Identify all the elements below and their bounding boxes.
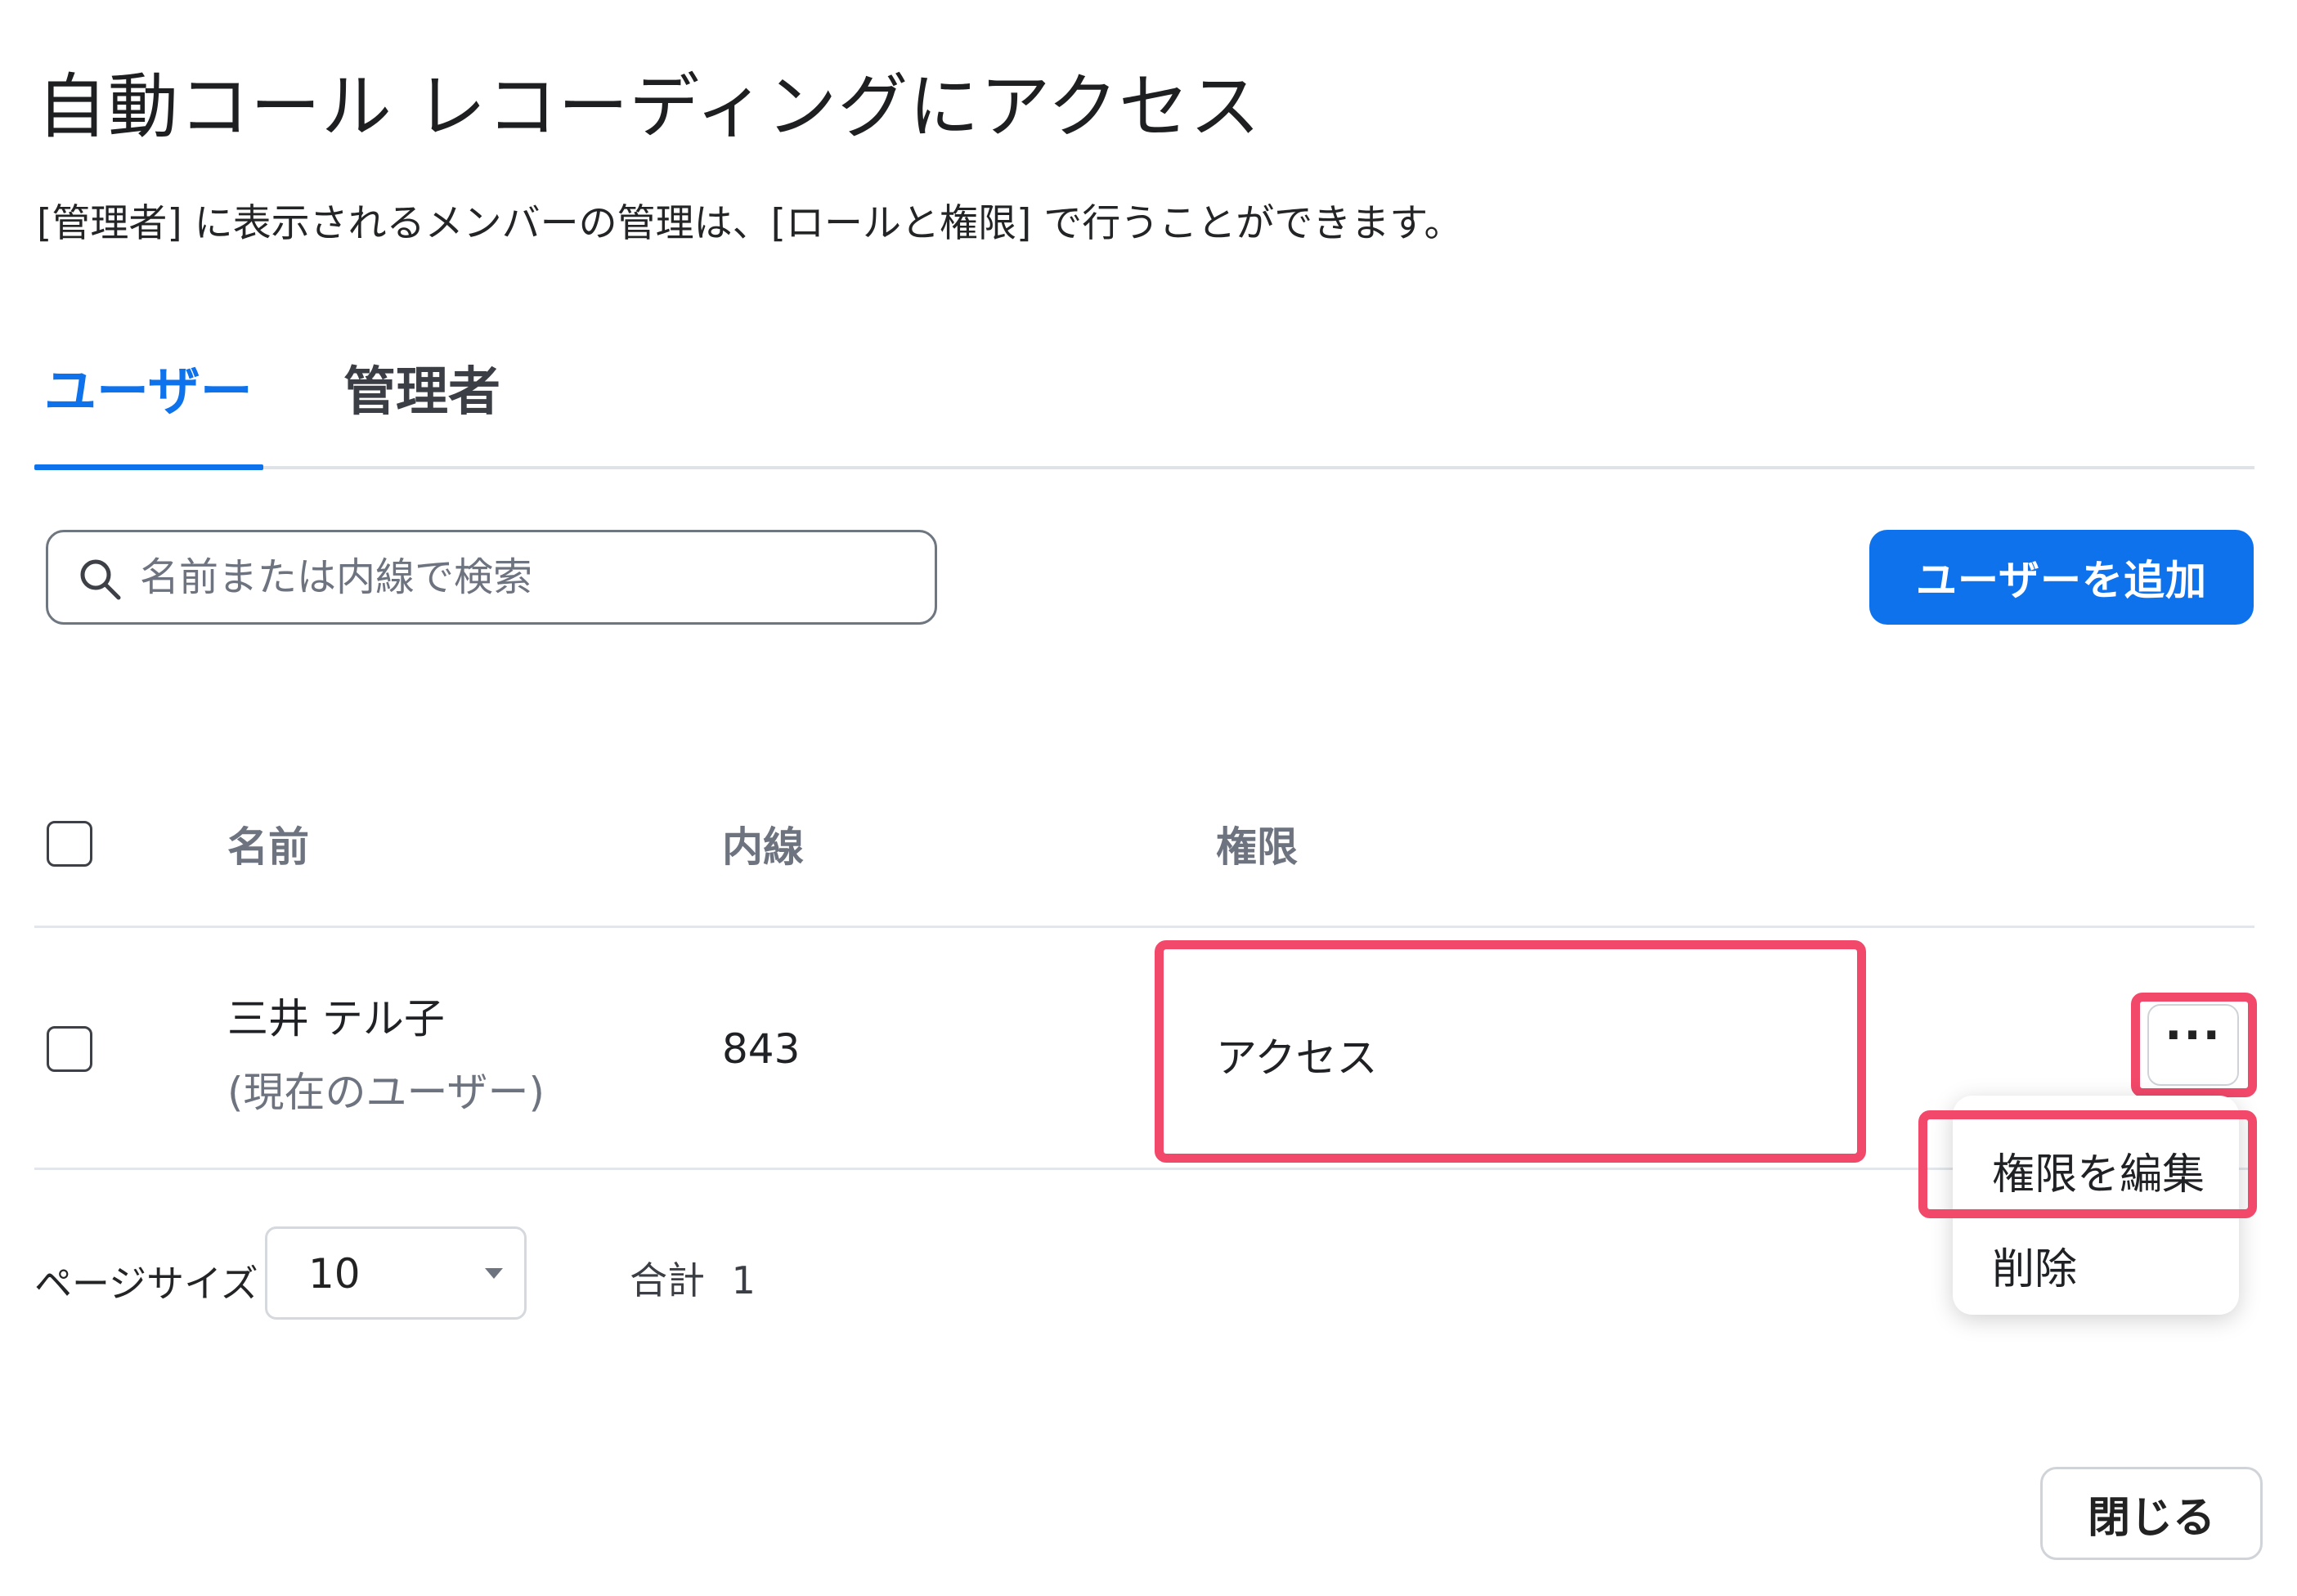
search-icon: [80, 559, 121, 600]
menu-item-delete[interactable]: 削除: [1992, 1235, 2077, 1296]
close-button[interactable]: 閉じる: [2040, 1467, 2263, 1560]
column-header-permission: 権限: [1216, 823, 1298, 871]
active-tab-indicator: [34, 464, 263, 470]
tab-users[interactable]: ユーザー: [44, 343, 253, 471]
header-divider: [34, 926, 2254, 928]
total-label: 合計: [630, 1258, 705, 1302]
page-size-label: ページサイズ: [34, 1262, 258, 1306]
column-header-name: 名前: [227, 823, 309, 871]
column-header-extension: 内線: [722, 823, 804, 871]
user-name: 三井 テル子: [227, 995, 445, 1042]
add-user-button[interactable]: ユーザーを追加: [1869, 530, 2254, 625]
search-input[interactable]: [140, 540, 917, 614]
total-value: 1: [731, 1258, 756, 1302]
page-size-value: 10: [308, 1250, 361, 1298]
dialog-description: [管理者] に表示されるメンバーの管理は、[ロールと権限] で行うことができます…: [37, 201, 1463, 246]
access-dialog: 自動コール レコーディングにアクセス [管理者] に表示されるメンバーの管理は、…: [0, 0, 2297, 1596]
dialog-title: 自動コール レコーディングにアクセス: [37, 66, 1262, 148]
total-count: 合計 1: [630, 1251, 756, 1305]
edit-permission-highlight-box: [1918, 1110, 2257, 1218]
search-box[interactable]: [46, 530, 937, 625]
select-all-checkbox[interactable]: [47, 821, 92, 867]
chevron-down-icon: [485, 1268, 503, 1279]
row-checkbox[interactable]: [47, 1026, 92, 1072]
tab-divider: [34, 466, 2254, 469]
tab-admins[interactable]: 管理者: [343, 343, 500, 471]
user-extension: 843: [722, 1025, 801, 1073]
page-size-select[interactable]: 10: [265, 1226, 527, 1320]
current-user-note: (現在のユーザー): [227, 1069, 545, 1116]
more-button-highlight-box: [2131, 993, 2257, 1097]
permission-highlight-box: [1155, 940, 1866, 1163]
tab-bar: ユーザー 管理者: [34, 343, 2254, 471]
